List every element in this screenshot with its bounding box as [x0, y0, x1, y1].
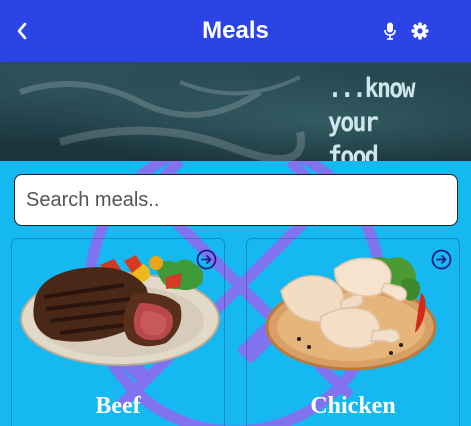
meal-card-label: Beef — [95, 393, 141, 419]
meal-card-chicken[interactable]: Chicken — [246, 238, 460, 426]
back-button[interactable] — [8, 17, 36, 45]
page-title: Meals — [202, 17, 269, 44]
chevron-left-icon — [17, 22, 27, 40]
beef-steak-image — [20, 255, 220, 366]
raw-chicken-image — [265, 257, 437, 371]
arrow-right-circle-icon — [196, 249, 217, 270]
arrow-right-circle-icon — [431, 249, 452, 270]
gear-icon — [411, 22, 429, 40]
microphone-icon — [384, 22, 396, 40]
search-box[interactable] — [14, 174, 458, 226]
voice-search-button[interactable] — [380, 20, 400, 42]
app-bar: Meals — [0, 0, 471, 62]
settings-button[interactable] — [409, 20, 431, 42]
search-input[interactable] — [26, 188, 446, 212]
meal-card-label: Chicken — [310, 393, 396, 419]
banner-tagline: ...know your food — [328, 73, 416, 161]
meal-card-beef[interactable]: Beef — [11, 238, 225, 426]
hero-banner: ...know your food — [0, 62, 471, 161]
